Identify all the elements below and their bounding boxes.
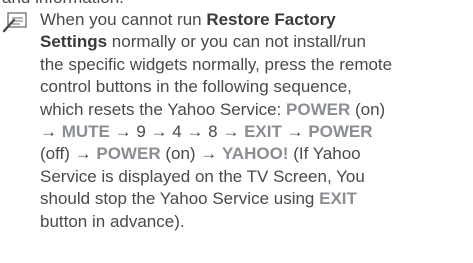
note-line: button in advance). [40, 211, 468, 233]
note-line: control buttons in the following sequenc… [40, 76, 468, 98]
note-line: Settings normally or you can not install… [40, 31, 468, 53]
note-text-segment: the specific widgets normally, press the… [40, 54, 393, 74]
note-text-segment: (on) → [160, 144, 223, 164]
note-text-segment: control buttons in the following sequenc… [40, 77, 352, 97]
note-text-segment: Service is displayed on the TV Screen, Y… [40, 166, 365, 186]
note-text-segment: → [281, 122, 309, 142]
note-line: → MUTE → 9 → 4 → 8 → EXIT → POWER [40, 121, 468, 143]
note-line: (off) → POWER (on) → YAHOO! (If Yahoo [40, 143, 468, 165]
note-line: should stop the Yahoo Service using EXIT [40, 188, 468, 210]
remote-button-name: MUTE [61, 122, 110, 142]
menu-item-name: Restore Factory [206, 10, 336, 29]
pencil-note-icon [2, 12, 27, 33]
note-text-segment: → [40, 122, 62, 142]
note-line: which resets the Yahoo Service: POWER (o… [40, 99, 468, 121]
remote-button-name: POWER [96, 144, 161, 164]
remote-button-name: EXIT [244, 122, 282, 142]
menu-item-name: Settings [40, 32, 108, 52]
note-text-segment: normally or you can not install/run [107, 32, 366, 52]
note-text: When you cannot run Restore Factory Setti… [40, 9, 468, 233]
note-line: Service is displayed on the TV Screen, Y… [40, 166, 468, 188]
remote-button-name: POWER [286, 99, 351, 119]
remote-button-name: POWER [308, 122, 373, 142]
note-text-segment: (on) [350, 99, 386, 119]
note-text-segment: (off) → [40, 144, 97, 164]
remote-button-name: YAHOO! [222, 144, 289, 164]
note-text-segment: should stop the Yahoo Service using [40, 189, 320, 209]
note-text-segment: button in advance). [40, 211, 185, 231]
note-text-segment: → 9 → 4 → 8 → [109, 122, 245, 142]
note-line: When you cannot run Restore Factory [40, 9, 468, 31]
note-text-segment: which resets the Yahoo Service: [40, 99, 287, 119]
note-line: the specific widgets normally, press the… [40, 54, 468, 76]
note-text-segment: When you cannot run [40, 10, 207, 29]
previous-paragraph-fragment: and information. [2, 0, 124, 9]
note-text-segment: (If Yahoo [288, 144, 361, 164]
remote-button-name: EXIT [319, 189, 357, 209]
